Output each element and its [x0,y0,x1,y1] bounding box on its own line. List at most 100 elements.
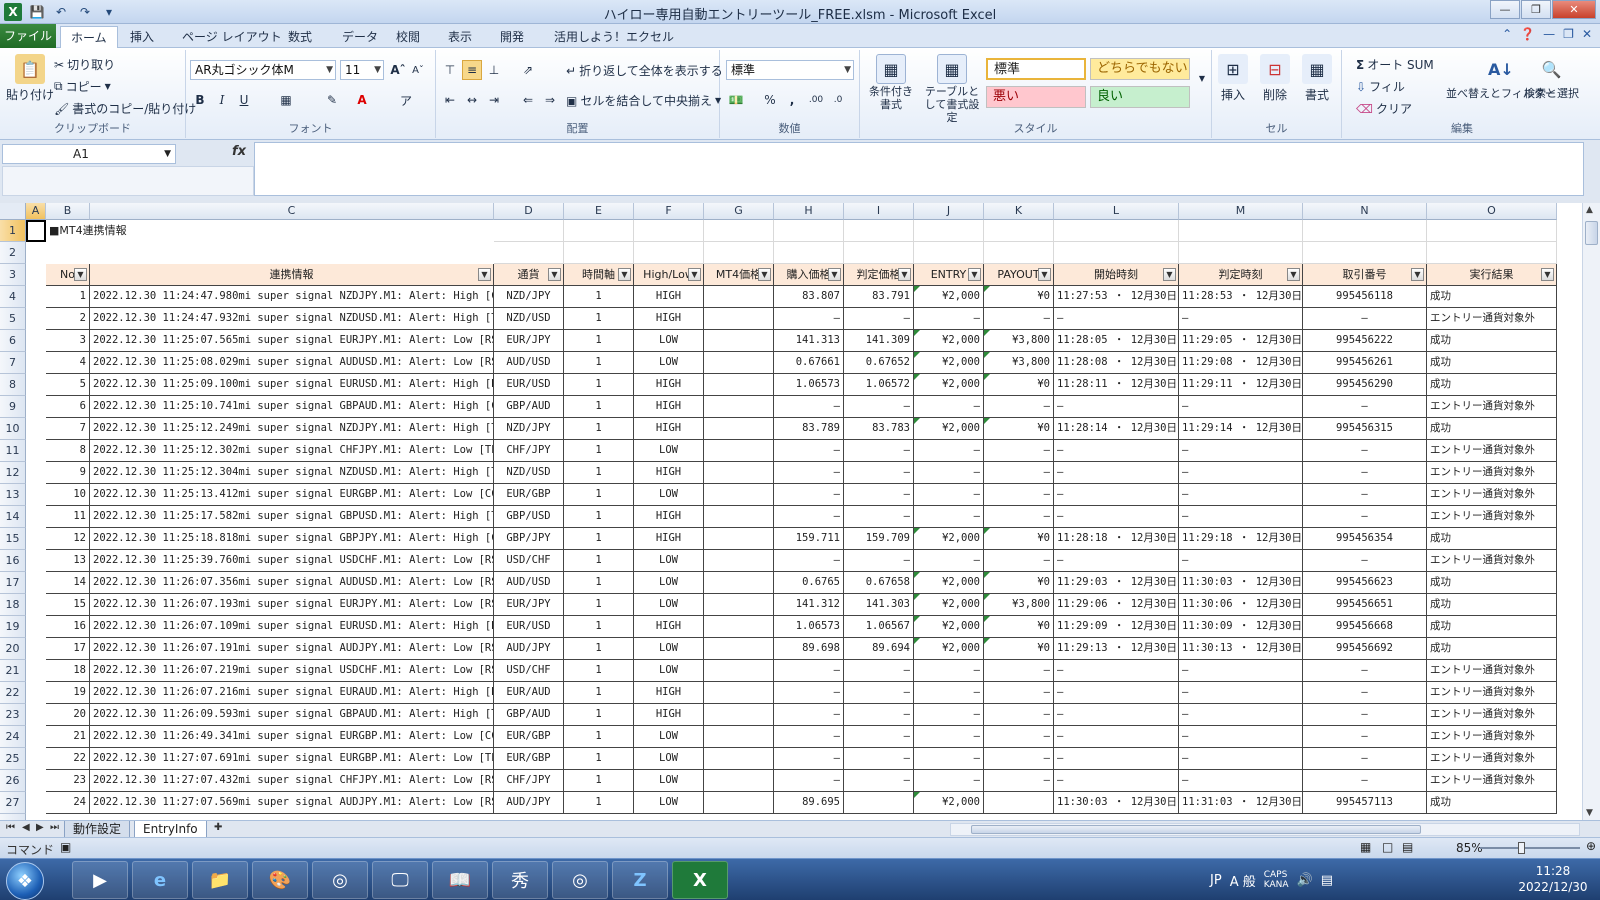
prev-sheet-icon[interactable]: ◀ [22,822,30,833]
table-cell[interactable]: 995456315 [1303,418,1427,440]
table-cell[interactable]: ¥2,000 [914,638,984,660]
table-cell[interactable]: — [914,506,984,528]
header-result[interactable]: 実行結果 ▼ [1427,264,1557,286]
table-cell[interactable] [704,660,774,682]
table-cell[interactable]: LOW [634,726,704,748]
table-cell[interactable]: 995456354 [1303,528,1427,550]
border-icon[interactable]: ▦ [276,90,296,110]
table-cell[interactable]: HIGH [634,286,704,308]
table-cell[interactable]: — [1054,550,1179,572]
table-cell[interactable]: 成功 [1427,594,1557,616]
sheet-tab-entryinfo[interactable]: EntryInfo [134,821,207,838]
table-cell[interactable]: — [1303,770,1427,792]
table-cell[interactable] [704,506,774,528]
table-cell[interactable]: 141.313 [774,330,844,352]
tab-excel-tips[interactable]: 活用しよう！エクセル [544,26,684,48]
column-header-g[interactable]: G [704,203,774,220]
header-high-low[interactable]: High/Low ▼ [634,264,704,286]
cell[interactable] [1054,220,1179,242]
table-cell[interactable]: 141.303 [844,594,914,616]
column-header-d[interactable]: D [494,203,564,220]
row-header-16[interactable]: 16 [0,550,26,572]
increase-decimal-icon[interactable]: .00 [806,90,826,110]
column-header-n[interactable]: N [1303,203,1427,220]
table-cell[interactable]: ¥2,000 [914,374,984,396]
table-cell[interactable]: — [1179,506,1303,528]
currency-icon[interactable]: 💵 [726,90,746,110]
column-header-b[interactable]: B [46,203,90,220]
table-cell[interactable]: — [984,704,1054,726]
align-center-icon[interactable]: ↔ [462,90,482,110]
fill-button[interactable]: ⇩ フィル [1356,78,1405,95]
table-cell[interactable]: — [774,748,844,770]
cell[interactable] [704,220,774,242]
table-cell[interactable]: — [1179,660,1303,682]
shuhide-icon[interactable]: 秀 [492,861,548,899]
table-cell[interactable]: エントリー通貨対象外 [1427,440,1557,462]
table-cell[interactable]: 9 [46,462,90,484]
row-header-26[interactable]: 26 [0,770,26,792]
excel-icon[interactable]: X [672,861,728,899]
table-cell[interactable]: — [1054,484,1179,506]
table-cell[interactable]: ¥2,000 [914,330,984,352]
column-header-f[interactable]: F [634,203,704,220]
table-cell[interactable]: — [774,308,844,330]
style-normal[interactable]: 標準 [986,58,1086,80]
table-cell[interactable]: — [984,308,1054,330]
new-sheet-icon[interactable]: ✚ [214,822,222,833]
table-cell[interactable]: 995456222 [1303,330,1427,352]
table-cell[interactable]: NZD/USD [494,462,564,484]
table-cell[interactable]: 2022.12.30 11:27:07.691mi super signal E… [90,748,494,770]
table-cell[interactable]: ¥0 [984,638,1054,660]
table-cell[interactable] [704,330,774,352]
table-cell[interactable]: 3 [46,330,90,352]
copy-button[interactable]: ⧉ コピー ▼ [54,78,111,95]
table-cell[interactable]: LOW [634,792,704,814]
table-cell[interactable]: — [914,396,984,418]
cell[interactable] [984,242,1054,264]
workbook-restore-icon[interactable]: ❐ [1563,27,1574,41]
table-cell[interactable]: 83.791 [844,286,914,308]
table-cell[interactable]: 11:29:05 ・ 12月30日 [1179,330,1303,352]
table-cell[interactable]: 995456118 [1303,286,1427,308]
table-cell[interactable]: NZD/JPY [494,286,564,308]
table-cell[interactable]: 1 [564,572,634,594]
row-header-1[interactable]: 1 [0,220,26,242]
phonetic-icon[interactable]: ア [396,90,416,110]
clock[interactable]: 11:28 2022/12/30 [1510,863,1596,895]
header-start-time[interactable]: 開始時刻 ▼ [1054,264,1179,286]
table-cell[interactable]: ¥2,000 [914,572,984,594]
table-cell[interactable]: 995456290 [1303,374,1427,396]
horizontal-scroll-thumb[interactable] [971,825,1421,834]
table-cell[interactable]: — [1303,726,1427,748]
table-cell[interactable]: 1 [564,550,634,572]
table-cell[interactable]: — [1179,682,1303,704]
format-painter-button[interactable]: 🖌 書式のコピー/貼り付け [54,100,196,117]
merge-center-button[interactable]: ▣ セルを結合して中央揃え ▼ [566,92,721,109]
tab-page-layout[interactable]: ページ レイアウト [172,26,292,48]
table-cell[interactable]: 2022.12.30 11:24:47.932mi super signal N… [90,308,494,330]
table-cell[interactable]: EUR/JPY [494,330,564,352]
table-cell[interactable]: — [1179,484,1303,506]
table-cell[interactable] [984,792,1054,814]
orientation-icon[interactable]: ⇗ [518,60,538,80]
row-header-25[interactable]: 25 [0,748,26,770]
table-cell[interactable]: — [774,462,844,484]
table-cell[interactable]: 2022.12.30 11:27:07.569mi super signal A… [90,792,494,814]
table-cell[interactable]: 1 [564,770,634,792]
table-cell[interactable]: — [774,660,844,682]
table-cell[interactable]: — [844,484,914,506]
table-cell[interactable]: 2022.12.30 11:25:07.565mi super signal E… [90,330,494,352]
table-cell[interactable]: — [1303,308,1427,330]
sheet-title[interactable]: ■MT4連携情報 [46,220,494,242]
header-trade-number[interactable]: 取引番号 ▼ [1303,264,1427,286]
filter-dropdown-icon[interactable]: ▼ [1287,268,1300,281]
table-cell[interactable]: 5 [46,374,90,396]
table-cell[interactable]: ¥3,800 [984,330,1054,352]
table-cell[interactable]: ¥3,800 [984,352,1054,374]
table-cell[interactable]: ¥2,000 [914,528,984,550]
table-cell[interactable]: EUR/GBP [494,484,564,506]
table-cell[interactable]: 13 [46,550,90,572]
horizontal-scrollbar[interactable] [950,823,1580,836]
table-cell[interactable]: GBP/USD [494,506,564,528]
